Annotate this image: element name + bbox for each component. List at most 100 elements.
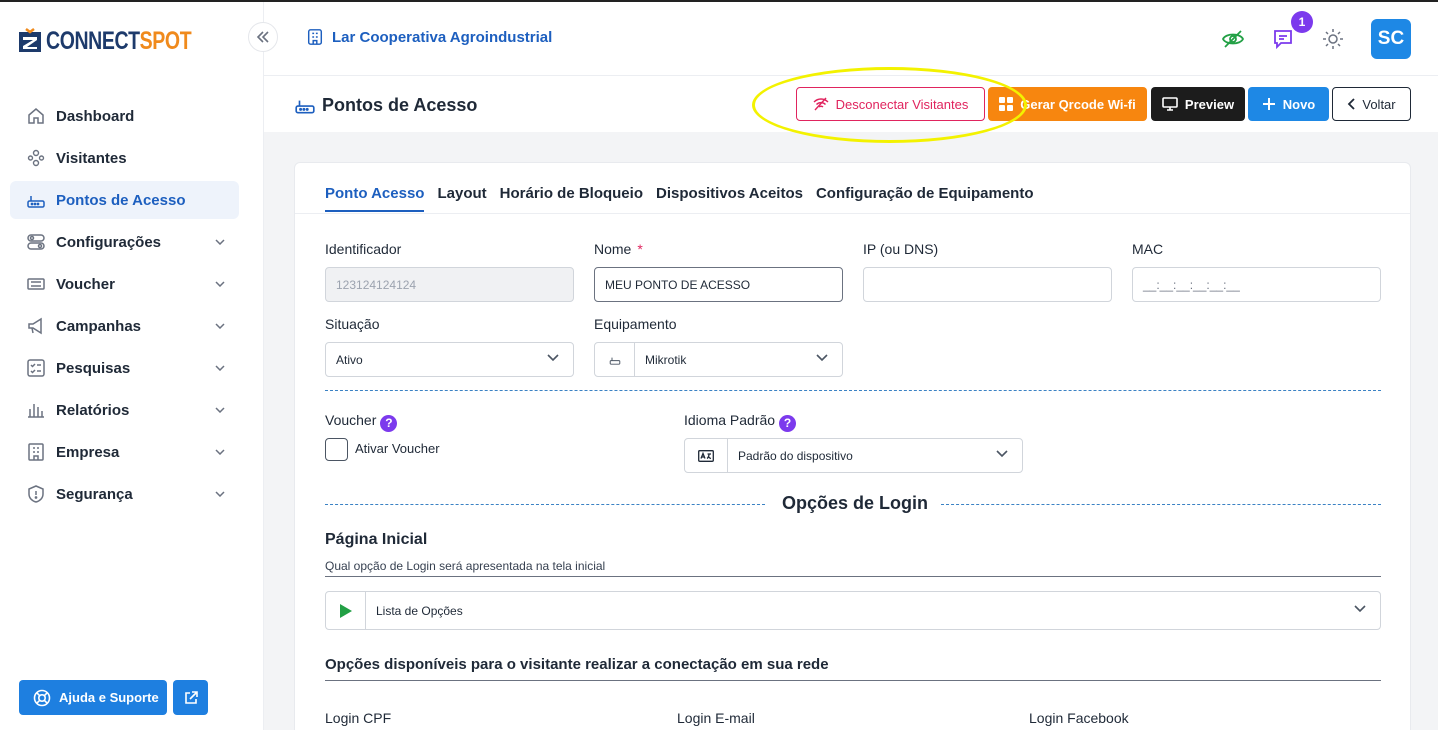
chevron-down-icon (215, 278, 225, 290)
router-icon (26, 190, 46, 210)
start-page-divider (325, 576, 1381, 577)
help-area: Ajuda e Suporte (19, 680, 208, 715)
tab-horario-bloqueio[interactable]: Horário de Bloqueio (500, 185, 643, 212)
messages-button[interactable]: 1 (1271, 11, 1313, 51)
sidebar-item-relatorios[interactable]: Relatórios (10, 391, 239, 429)
tab-dispositivos-aceitos[interactable]: Dispositivos Aceitos (656, 185, 803, 212)
sidebar-item-pesquisas[interactable]: Pesquisas (10, 349, 239, 387)
company-name: Lar Cooperativa Agroindustrial (332, 28, 553, 46)
help-question-icon[interactable]: ? (380, 414, 398, 432)
company-selector[interactable]: Lar Cooperativa Agroindustrial (306, 28, 552, 46)
section-divider (325, 390, 1381, 391)
megaphone-icon (26, 316, 46, 336)
lifebuoy-icon (33, 689, 51, 707)
user-avatar[interactable]: SC (1371, 19, 1411, 59)
visibility-toggle-button[interactable] (1221, 27, 1245, 51)
nome-field[interactable]: MEU PONTO DE ACESSO (594, 267, 843, 302)
chevron-left-icon (1347, 98, 1356, 110)
new-button[interactable]: Novo (1248, 87, 1329, 121)
chevron-down-icon (215, 488, 225, 500)
voucher-checkbox[interactable] (325, 438, 348, 461)
users-icon (26, 148, 46, 168)
section-divider (941, 504, 1381, 505)
header-actions: 1 SC (1221, 11, 1411, 59)
router-icon (294, 94, 316, 116)
disconnect-visitors-label: Desconectar Visitantes (835, 96, 969, 112)
tab-configuracao-equipamento[interactable]: Configuração de Equipamento (816, 185, 1034, 212)
back-button[interactable]: Voltar (1332, 87, 1411, 121)
toggles-icon (26, 232, 46, 252)
monitor-icon (1162, 97, 1178, 111)
sidebar: CONNECTSPOT Dashboard Visitantes Pontos … (0, 2, 264, 730)
situacao-select[interactable]: Ativo (325, 342, 574, 377)
idioma-select[interactable]: Padrão do dispositivo (684, 438, 1023, 473)
tab-ponto-acesso[interactable]: Ponto Acesso (325, 185, 425, 212)
mac-field[interactable]: __:__:__:__:__:__ (1132, 267, 1381, 302)
theme-toggle-button[interactable] (1321, 27, 1345, 51)
sidebar-item-empresa[interactable]: Empresa (10, 433, 239, 471)
sidebar-item-seguranca[interactable]: Segurança (10, 475, 239, 513)
double-chevron-left-icon (256, 31, 269, 43)
start-page-help: Qual opção de Login será apresentada na … (325, 559, 606, 573)
login-options-title: Opções de Login (782, 493, 929, 513)
top-header: Lar Cooperativa Agroindustrial 1 SC (264, 2, 1438, 76)
page-title: Pontos de Acesso (294, 94, 477, 116)
sidebar-item-label: Voucher (56, 275, 115, 293)
bar-chart-icon (26, 400, 46, 420)
help-support-label: Ajuda e Suporte (59, 690, 159, 705)
wifi-off-icon (813, 97, 829, 111)
sidebar-item-pontos-de-acesso[interactable]: Pontos de Acesso (10, 181, 239, 219)
collapse-sidebar-button[interactable] (248, 22, 278, 52)
login-options-subtitle: Opções disponíveis para o visitante real… (325, 656, 829, 673)
section-divider (325, 504, 765, 505)
home-icon (26, 106, 46, 126)
sidebar-item-dashboard[interactable]: Dashboard (10, 97, 239, 135)
situacao-label: Situação (325, 316, 380, 332)
equipamento-select[interactable]: Mikrotik (594, 342, 843, 377)
play-icon (326, 592, 366, 629)
page-header: Pontos de Acesso Desconectar Visitantes … (264, 76, 1438, 132)
sidebar-item-label: Configurações (56, 233, 162, 251)
preview-button[interactable]: Preview (1151, 87, 1245, 121)
external-link-icon (184, 690, 198, 704)
plus-icon (1262, 97, 1276, 111)
start-page-title: Página Inicial (325, 531, 428, 548)
ip-field[interactable] (863, 267, 1112, 302)
login-cpf-label: Login CPF (325, 710, 392, 726)
identificador-label: Identificador (325, 241, 402, 257)
sidebar-item-label: Segurança (56, 485, 133, 503)
chevron-down-icon (816, 354, 828, 362)
page-title-text: Pontos de Acesso (322, 94, 478, 115)
chevron-down-icon (547, 354, 559, 362)
message-icon (1274, 30, 1292, 50)
form-card: Ponto Acesso Layout Horário de Bloqueio … (294, 162, 1411, 730)
external-link-button[interactable] (173, 680, 208, 715)
tab-bar: Ponto Acesso Layout Horário de Bloqueio … (325, 185, 1033, 212)
start-page-select[interactable]: Lista de Opções (325, 591, 1381, 630)
sidebar-item-configuracoes[interactable]: Configurações (10, 223, 239, 261)
chevron-down-icon (215, 362, 225, 374)
help-support-button[interactable]: Ajuda e Suporte (19, 680, 167, 715)
sidebar-item-visitantes[interactable]: Visitantes (10, 139, 239, 177)
sidebar-item-voucher[interactable]: Voucher (10, 265, 239, 303)
sidebar-item-label: Visitantes (56, 149, 127, 167)
sidebar-item-campanhas[interactable]: Campanhas (10, 307, 239, 345)
brand-logo[interactable]: CONNECTSPOT (18, 26, 232, 56)
help-question-icon[interactable]: ? (779, 414, 797, 432)
login-email-label: Login E-mail (677, 710, 755, 726)
tabs-divider (295, 213, 1410, 214)
tab-layout[interactable]: Layout (437, 185, 486, 212)
identificador-field[interactable]: 123124124124 (325, 267, 574, 302)
disconnect-visitors-button[interactable]: Desconectar Visitantes (796, 87, 985, 121)
chevron-down-icon (215, 404, 225, 416)
chevron-down-icon (215, 236, 225, 248)
generate-qrcode-button[interactable]: Gerar Qrcode Wi-fi (988, 87, 1147, 121)
nome-label: Nome * (594, 241, 643, 257)
checklist-icon (26, 358, 46, 378)
preview-label: Preview (1184, 96, 1235, 112)
voucher-checkbox-label: Ativar Voucher (355, 441, 440, 456)
building-icon (306, 28, 324, 46)
building-icon (26, 442, 46, 462)
ip-label: IP (ou DNS) (863, 241, 939, 257)
ticket-icon (26, 274, 46, 294)
